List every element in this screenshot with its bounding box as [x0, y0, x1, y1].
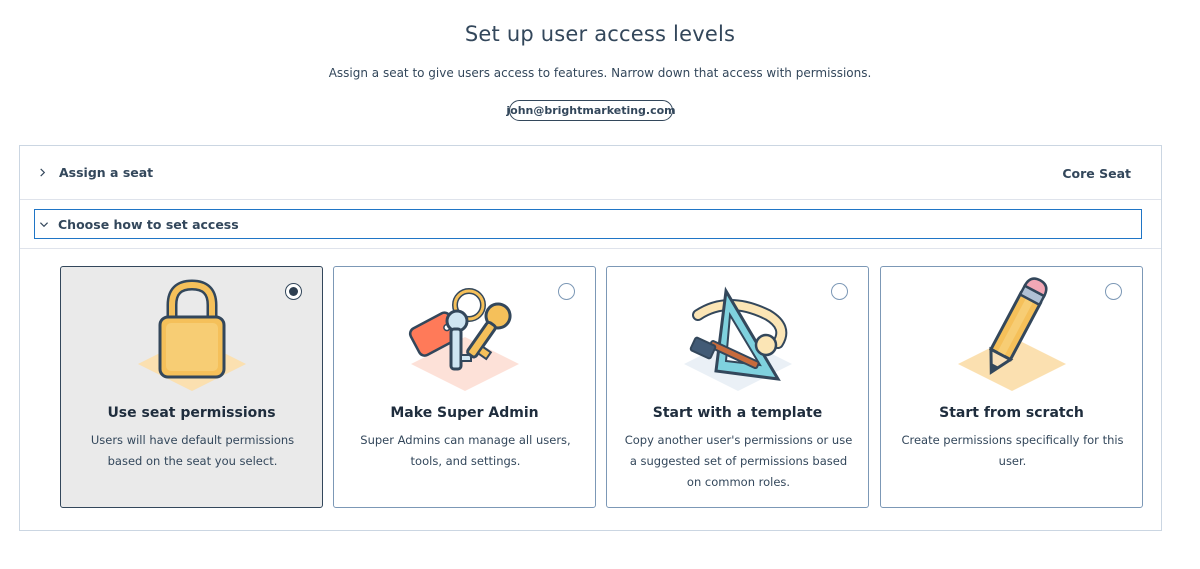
option-description: Users will have default permissions base… [90, 433, 295, 468]
tools-illustration [684, 286, 792, 391]
chevron-down-icon [38, 219, 49, 230]
page-title: Set up user access levels [464, 22, 736, 46]
option-card-scratch[interactable]: Start from scratch Create permissions sp… [880, 266, 1143, 508]
keys-illustration [408, 288, 519, 391]
chevron-right-icon [37, 167, 48, 178]
section-divider [20, 248, 1161, 249]
option-card-super-admin[interactable]: Make Super Admin Super Admins can manage… [333, 266, 596, 508]
user-email-pill: john@brightmarketing.com [506, 100, 676, 121]
radio-button[interactable] [1105, 283, 1122, 300]
assign-seat-label: Assign a seat [59, 165, 154, 180]
option-description: Super Admins can manage all users, tools… [360, 433, 571, 468]
assign-seat-row[interactable]: Assign a seat Core Seat [20, 146, 1161, 200]
choose-access-row[interactable]: Choose how to set access [34, 209, 1142, 239]
option-card-template[interactable]: Start with a template Copy another user'… [606, 266, 869, 508]
access-setup-panel: Assign a seat Core Seat Choose how to se… [19, 145, 1162, 531]
option-description: Copy another user's permissions or use a… [624, 433, 853, 489]
seat-value: Core Seat [1062, 166, 1131, 181]
option-card-seat-permissions[interactable]: Use seat permissions Users will have def… [60, 266, 323, 508]
option-title: Start from scratch [939, 405, 1084, 421]
pencil-illustration [958, 277, 1066, 391]
radio-button[interactable] [831, 283, 848, 300]
radio-button[interactable] [558, 283, 575, 300]
option-title: Start with a template [652, 405, 823, 421]
option-title: Make Super Admin [390, 405, 539, 421]
padlock-illustration [138, 279, 246, 391]
page-subtitle: Assign a seat to give users access to fe… [328, 66, 872, 80]
option-description: Create permissions specifically for this… [901, 433, 1124, 468]
choose-access-label: Choose how to set access [58, 216, 239, 232]
option-title: Use seat permissions [107, 405, 276, 421]
radio-button[interactable] [285, 283, 302, 300]
